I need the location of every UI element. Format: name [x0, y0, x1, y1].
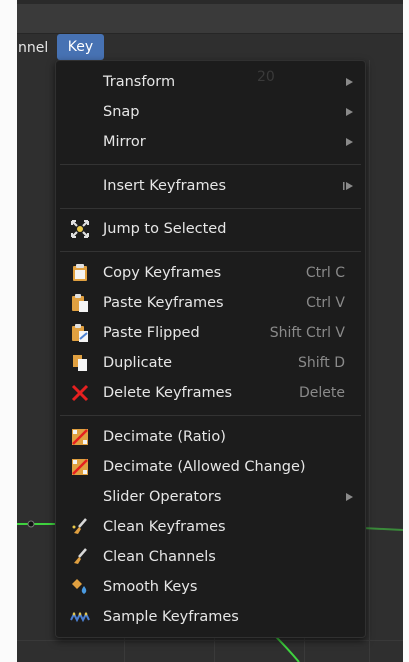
submenu-arrow-icon: [346, 108, 353, 116]
menu-separator: [60, 164, 361, 165]
key-menu-popup: 20 Transform Snap Mirror Insert Keyframe…: [55, 60, 366, 638]
menu-item-label: Decimate (Ratio): [103, 429, 226, 445]
menu-item-duplicate[interactable]: Duplicate Shift D: [56, 349, 365, 377]
graph-editor: nnel Key 20 Transform Snap Mirror Insert…: [17, 0, 403, 662]
menu-separator: [60, 415, 361, 416]
menu-item-insert-keyframes[interactable]: Insert Keyframes: [56, 172, 365, 200]
menu-item-label: Paste Flipped: [103, 325, 200, 341]
menu-item-decimate-allowed-change[interactable]: Decimate (Allowed Change): [56, 453, 365, 481]
submenu-arrow-icon: [346, 138, 353, 146]
shortcut-text: Shift D: [297, 355, 345, 371]
menu-item-copy-keyframes[interactable]: Copy Keyframes Ctrl C: [56, 259, 365, 287]
menu-separator: [60, 251, 361, 252]
decimate-icon: [72, 429, 88, 445]
menu-item-delete-keyframes[interactable]: Delete Keyframes Delete: [56, 379, 365, 407]
brush-icon: [74, 548, 87, 564]
jump-to-selected-icon: [71, 220, 89, 238]
menu-item-label: Smooth Keys: [103, 579, 198, 595]
menu-item-label: Copy Keyframes: [103, 265, 222, 281]
brush-icon: [72, 518, 87, 534]
menu-item-label: Paste Keyframes: [103, 295, 224, 311]
menu-item-label: Clean Keyframes: [103, 519, 226, 535]
submenu-arrow-icon: [346, 78, 353, 86]
operator-submenu-icon: [343, 182, 353, 190]
menu-item-label: Duplicate: [103, 355, 173, 371]
duplicate-icon: [73, 355, 87, 371]
menu-item-label: Insert Keyframes: [103, 178, 227, 194]
menu-item-label: Sample Keyframes: [103, 609, 239, 625]
menu-item-label: Decimate (Allowed Change): [103, 459, 306, 475]
menu-item-label: Jump to Selected: [103, 221, 227, 237]
submenu-arrow-icon: [346, 493, 353, 501]
menu-item-clean-keyframes[interactable]: Clean Keyframes: [56, 513, 365, 541]
menu-key[interactable]: Key: [57, 34, 104, 60]
keyframe-point: [27, 520, 35, 528]
paste-flipped-icon: [72, 324, 88, 342]
menu-item-decimate-ratio[interactable]: Decimate (Ratio): [56, 423, 365, 451]
menu-item-label: Snap: [103, 104, 140, 120]
menu-item-jump-to-selected[interactable]: Jump to Selected: [56, 215, 365, 243]
copy-icon: [73, 264, 87, 281]
sample-icon: [70, 611, 90, 623]
shortcut-text: Shift Ctrl V: [269, 325, 345, 341]
paste-icon: [72, 294, 88, 312]
shortcut-text: Delete: [299, 385, 345, 401]
shortcut-text: Ctrl V: [306, 295, 345, 311]
menu-item-smooth-keys[interactable]: Smooth Keys: [56, 573, 365, 601]
menu-item-label: Clean Channels: [103, 549, 216, 565]
menu-item-mirror[interactable]: Mirror: [56, 128, 365, 156]
menu-item-label: Slider Operators: [103, 489, 222, 505]
menu-item-label: Transform: [103, 74, 176, 90]
menu-item-clean-channels[interactable]: Clean Channels: [56, 543, 365, 571]
decimate-icon: [72, 459, 88, 475]
menu-item-snap[interactable]: Snap: [56, 98, 365, 126]
menu-item-paste-keyframes[interactable]: Paste Keyframes Ctrl V: [56, 289, 365, 317]
smooth-icon: [72, 579, 87, 594]
menu-item-label: Mirror: [103, 134, 146, 150]
delete-x-icon: [71, 384, 89, 402]
shortcut-text: Ctrl C: [305, 265, 345, 281]
menu-separator: [60, 208, 361, 209]
menu-item-slider-operators[interactable]: Slider Operators: [56, 483, 365, 511]
menu-item-transform[interactable]: Transform: [56, 68, 365, 96]
menu-channel[interactable]: nnel: [17, 36, 48, 60]
menu-item-paste-flipped[interactable]: Paste Flipped Shift Ctrl V: [56, 319, 365, 347]
menu-item-label: Delete Keyframes: [103, 385, 233, 401]
menu-item-sample-keyframes[interactable]: Sample Keyframes: [56, 603, 365, 631]
